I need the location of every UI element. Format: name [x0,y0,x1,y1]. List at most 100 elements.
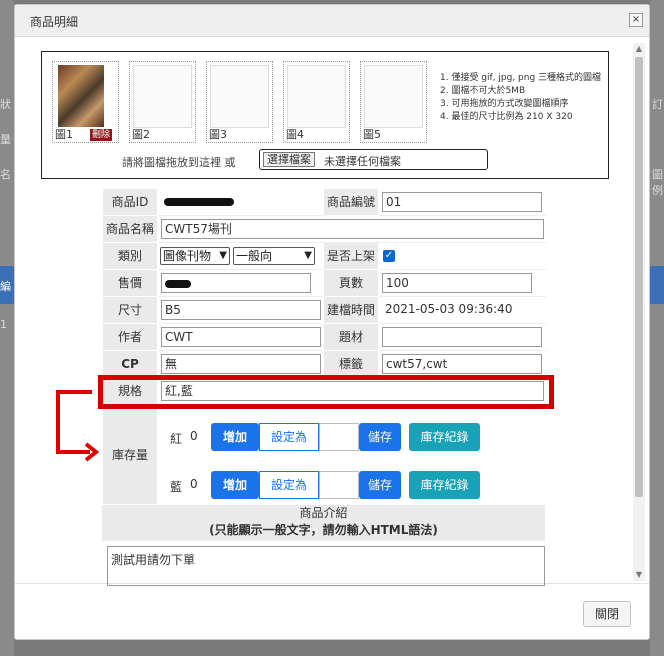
cell: 無 [158,351,324,378]
author-input[interactable]: CWT [161,327,321,347]
scroll-down-icon[interactable]: ▼ [633,569,645,581]
listed-checkbox[interactable]: ✓ [383,250,395,262]
cell: 01 [379,189,546,216]
image-slot-1[interactable]: 圖1 刪除 [52,61,119,143]
save-stock-button[interactable]: 儲存 [359,471,401,499]
created-label: 建檔時間 [324,297,379,324]
set-stock-button[interactable]: 設定為 [259,471,319,499]
product-name-input[interactable]: CWT57場刊 [161,219,544,239]
highlight-box [98,375,554,409]
slot-label: 圖2 [132,128,150,141]
select-value: 一般向 [236,249,273,263]
choose-file-button[interactable]: 選擇檔案 [263,152,315,167]
image-slot-3[interactable]: 圖3 [206,61,273,143]
rule-text: 1. 僅接受 gif, jpg, png 三種格式的圖檔 [440,73,602,83]
size-label: 尺寸 [103,297,158,324]
slot-label: 圖5 [363,128,381,141]
listed-label: 是否上架 [324,243,379,270]
size-input[interactable]: B5 [161,300,321,320]
masked-value [164,197,234,206]
empty-slot [133,65,192,128]
cp-input[interactable]: 無 [161,354,321,374]
category-select-1[interactable]: 圖像刊物 ▼ [160,247,230,265]
tags-label: 標籤 [324,351,379,378]
stock-spec-name: 藍 [170,480,183,494]
bg-fragment: 名 [0,168,11,181]
chevron-down-icon: ▼ [304,250,312,261]
increase-stock-button[interactable]: 增加 [211,423,259,451]
upload-rules: 1. 僅接受 gif, jpg, png 三種格式的圖檔 2. 圖檔不可大於5M… [440,72,601,124]
intro-header: 商品介紹 (只能顯示一般文字，請勿輸入HTML語法) [102,505,545,541]
form-row: 商品名稱 CWT57場刊 [103,216,546,243]
category-label: 類別 [103,243,158,270]
created-value: 2021-05-03 09:36:40 [382,300,542,320]
pages-label: 頁數 [324,270,379,297]
close-icon[interactable]: × [629,13,643,27]
bg-fragment: 量 [0,133,11,146]
pages-input[interactable]: 100 [382,273,532,293]
modal-scrollbar[interactable]: ▲ ▼ [633,43,645,581]
bg-fragment: 編 [0,280,11,293]
annotation-arrow [56,390,100,462]
empty-slot [210,65,269,128]
cell: 2021-05-03 09:36:40 [379,297,546,324]
stock-log-button[interactable]: 庫存紀錄 [409,471,480,499]
form-row: 作者 CWT 題材 [103,324,546,351]
rule-text: 3. 可用拖放的方式改變圖檔順序 [440,99,569,109]
intro-textarea[interactable]: 測試用請勿下單 [107,546,545,586]
save-stock-button[interactable]: 儲存 [359,423,401,451]
image-slot-2[interactable]: 圖2 [129,61,196,143]
form-row: CP 無 標籤 cwt57,cwt [103,351,546,378]
set-stock-button[interactable]: 設定為 [259,423,319,451]
cell [158,270,324,297]
stock-amount-input[interactable] [319,471,359,499]
price-input[interactable] [161,273,311,293]
scroll-up-icon[interactable]: ▲ [633,43,645,55]
author-label: 作者 [103,324,158,351]
intro-note: (只能顯示一般文字，請勿輸入HTML語法) [209,523,438,537]
select-value: 圖像刊物 [163,249,212,263]
image-slot-4[interactable]: 圖4 [283,61,350,143]
bg-fragment: 1 [0,318,7,331]
category-select-2[interactable]: 一般向 ▼ [233,247,315,265]
increase-stock-button[interactable]: 增加 [211,471,259,499]
bg-fragment: 狀 [0,98,11,111]
stock-log-button[interactable]: 庫存紀錄 [409,423,480,451]
product-code-label: 商品編號 [324,189,379,216]
slot-label: 圖4 [286,128,304,141]
drag-hint: 請將圖檔拖放到這裡 或 [122,156,236,169]
cell: CWT57場刊 [158,216,546,243]
bg-fragment: 圖例 [652,168,663,197]
empty-slot [364,65,423,128]
form-row: 售價 頁數 100 [103,270,546,297]
cp-label: CP [103,351,158,378]
scroll-thumb[interactable] [635,57,643,497]
cell: ✓ [379,243,546,270]
form-row: 類別 圖像刊物 ▼ 一般向 ▼ 是否上架 ✓ [103,243,546,270]
stock-label: 庫存量 [103,405,158,505]
stock-row-red: 紅 0 增加 設定為 儲存 庫存紀錄 [166,415,486,459]
image-upload-area[interactable]: 圖1 刪除 圖2 圖3 圖4 圖5 1. 僅接受 gif, jpg, png 三… [41,51,609,179]
product-code-input[interactable]: 01 [382,192,542,212]
delete-image-button[interactable]: 刪除 [90,129,113,141]
product-id-label: 商品ID [103,189,158,216]
subject-input[interactable] [382,327,542,347]
close-button[interactable]: 關閉 [583,601,631,627]
slot-label: 圖3 [209,128,227,141]
stock-amount-input[interactable] [319,423,359,451]
cell: B5 [158,297,324,324]
image-slot-5[interactable]: 圖5 [360,61,427,143]
file-picker[interactable]: 選擇檔案 未選擇任何檔案 [259,149,488,170]
masked-value [165,279,191,288]
tags-input[interactable]: cwt57,cwt [382,354,542,374]
stock-row-blue: 藍 0 增加 設定為 儲存 庫存紀錄 [166,463,486,507]
modal-title: 商品明細 [30,15,79,29]
slot-label: 圖1 [55,128,73,141]
price-label: 售價 [103,270,158,297]
form-row: 商品ID 商品編號 01 [103,189,546,216]
cell [158,189,324,216]
cell [379,324,546,351]
cell: 100 [379,270,546,297]
modal-body: 圖1 刪除 圖2 圖3 圖4 圖5 1. 僅接受 gif, jpg, png 三… [15,38,651,583]
file-status: 未選擇任何檔案 [324,155,401,168]
